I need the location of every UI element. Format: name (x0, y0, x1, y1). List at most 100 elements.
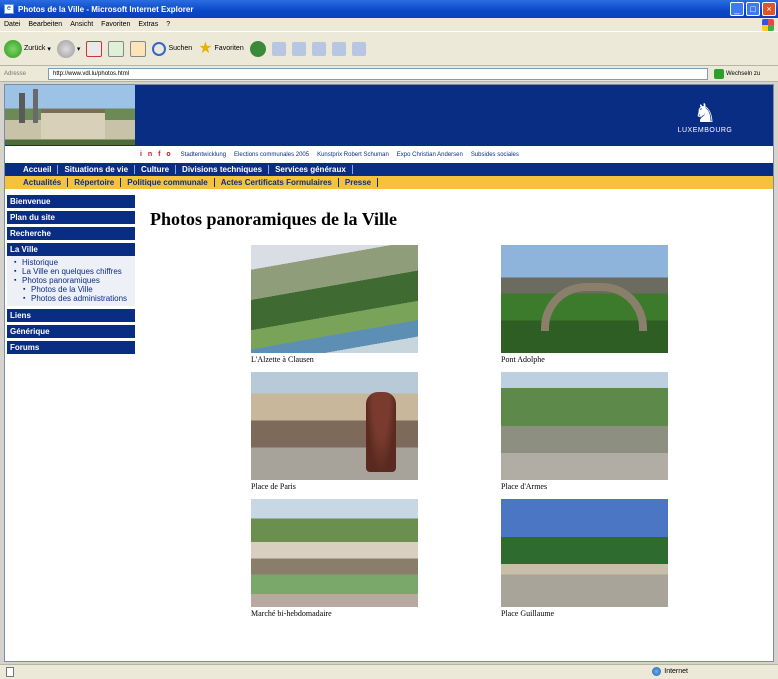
search-icon (152, 41, 167, 56)
quicklink[interactable]: Expo Christian Andersen (397, 152, 463, 158)
nav-actualites[interactable]: Actualités (17, 178, 69, 187)
back-arrow-icon (4, 39, 22, 58)
photo-card[interactable]: Marché bi-hebdomadaire (251, 499, 418, 618)
nav-divisions-techniques[interactable]: Divisions techniques (176, 165, 270, 174)
window-title: Photos de la Ville - Microsoft Internet … (18, 4, 194, 14)
quicklink[interactable]: Kunstprix Robert Schuman (317, 152, 389, 158)
menu-help[interactable]: ? (166, 21, 170, 28)
nav-services-generaux[interactable]: Services généraux (269, 165, 353, 174)
lion-icon: ♞ (693, 98, 717, 128)
menu-bar: Datei Bearbeiten Ansicht Favoriten Extra… (0, 18, 778, 32)
banner-building (41, 109, 105, 139)
photo-caption: Place de Paris (251, 482, 296, 491)
home-icon[interactable] (130, 40, 147, 57)
window-controls: _ □ × (730, 2, 776, 16)
site-banner: ♞ LUXEMBOURG i n f o Stadtentwicklung El… (5, 85, 773, 163)
ie-icon: e (4, 4, 14, 14)
quicklink[interactable]: Subsides sociales (471, 152, 519, 158)
ville-de-luxembourg-logo[interactable]: ♞ LUXEMBOURG (665, 99, 745, 145)
address-bar: Adresse http://www.vdl.lu/photos.html We… (0, 66, 778, 82)
photo-caption: Pont Adolphe (501, 355, 545, 364)
chevron-down-icon: ▾ (76, 45, 81, 53)
nav-actes-certificats[interactable]: Actes Certificats Formulaires (215, 178, 339, 187)
photo-place-darmes[interactable] (501, 372, 668, 480)
favorites-label: Favoriten (214, 45, 244, 52)
status-bar: Internet (0, 664, 778, 679)
sidebar-subitem-photos-admin[interactable]: Photos des administrations (13, 294, 135, 303)
photo-card[interactable]: L'Alzette à Clausen (251, 245, 418, 364)
maximize-button[interactable]: □ (746, 2, 760, 16)
banner-tower (19, 93, 25, 123)
sidebar-item-generique[interactable]: Générique (7, 325, 135, 338)
quicklink[interactable]: Elections communales 2005 (234, 152, 309, 158)
photo-card[interactable]: Place d'Armes (501, 372, 668, 491)
mail-icon[interactable] (271, 41, 286, 56)
sidebar-item-plan-du-site[interactable]: Plan du site (7, 211, 135, 224)
sidebar-subitem-photos-ville[interactable]: Photos de la Ville (13, 285, 135, 294)
url-input[interactable]: http://www.vdl.lu/photos.html (48, 67, 708, 80)
menu-ansicht[interactable]: Ansicht (70, 21, 93, 28)
address-label: Adresse (4, 70, 27, 77)
windows-logo-icon (762, 19, 774, 31)
print-icon[interactable] (291, 41, 306, 56)
back-label: Zurück (24, 45, 46, 52)
close-button[interactable]: × (762, 2, 776, 16)
quicklink[interactable]: Stadtentwicklung (181, 152, 226, 158)
history-icon[interactable] (249, 40, 266, 57)
photo-alzette-clausen[interactable] (251, 245, 418, 353)
nav-presse[interactable]: Presse (339, 178, 379, 187)
nav-politique-communale[interactable]: Politique communale (121, 178, 215, 187)
sidebar-subitem-chiffres[interactable]: La Ville en quelques chiffres (13, 267, 135, 276)
nav-situations-de-vie[interactable]: Situations de vie (58, 165, 136, 174)
stop-icon[interactable] (86, 40, 103, 57)
nav-culture[interactable]: Culture (135, 165, 177, 174)
photo-caption: Marché bi-hebdomadaire (251, 609, 332, 618)
globe-icon (652, 667, 662, 676)
menu-favoriten[interactable]: Favoriten (101, 21, 130, 28)
logo-text: LUXEMBOURG (677, 127, 733, 134)
photo-place-guillaume[interactable] (501, 499, 668, 607)
security-zone: Internet (652, 667, 688, 676)
menu-bearbeiten[interactable]: Bearbeiten (28, 21, 62, 28)
favorites-button[interactable]: ★ Favoriten (198, 39, 244, 57)
sidebar-subitem-panoramiques[interactable]: Photos panoramiques (13, 276, 135, 285)
forward-button[interactable]: ▾ (56, 39, 81, 58)
sidebar-item-liens[interactable]: Liens (7, 309, 135, 322)
sidebar-item-la-ville[interactable]: La Ville (7, 243, 135, 256)
search-button[interactable]: Suchen (152, 41, 192, 56)
go-button[interactable]: Wechseln zu (714, 68, 761, 79)
nav-accueil[interactable]: Accueil (17, 165, 59, 174)
photo-card[interactable]: Place de Paris (251, 372, 418, 491)
star-icon: ★ (198, 39, 213, 57)
go-arrow-icon (714, 68, 724, 79)
photo-place-de-paris[interactable] (251, 372, 418, 480)
photo-caption: Place d'Armes (501, 482, 548, 491)
nav-repertoire[interactable]: Répertoire (68, 178, 122, 187)
messenger-icon[interactable] (351, 41, 366, 56)
photo-pont-adolphe[interactable] (501, 245, 668, 353)
photo-card[interactable]: Place Guillaume (501, 499, 668, 618)
sidebar-item-bienvenue[interactable]: Bienvenue (7, 195, 135, 208)
browser-toolbar: Zurück ▾ ▾ Suchen ★ Favoriten (0, 32, 778, 66)
chevron-down-icon: ▾ (47, 45, 51, 53)
photo-caption: Place Guillaume (501, 609, 555, 618)
zone-label: Internet (664, 668, 688, 675)
banner-tower (33, 89, 38, 123)
photo-marche[interactable] (251, 499, 418, 607)
forward-arrow-icon (56, 39, 75, 58)
go-label: Wechseln zu (726, 70, 761, 77)
photo-caption: L'Alzette à Clausen (251, 355, 314, 364)
menu-datei[interactable]: Datei (4, 21, 20, 28)
back-button[interactable]: Zurück ▾ (4, 39, 51, 58)
sidebar-subitem-historique[interactable]: Historique (13, 258, 135, 267)
minimize-button[interactable]: _ (730, 2, 744, 16)
folder-icon[interactable] (331, 41, 346, 56)
edit-icon[interactable] (311, 41, 326, 56)
photo-card[interactable]: Pont Adolphe (501, 245, 668, 364)
sidebar-item-forums[interactable]: Forums (7, 341, 135, 354)
refresh-icon[interactable] (108, 40, 125, 57)
page-icon (6, 667, 14, 677)
page-viewport: ♞ LUXEMBOURG i n f o Stadtentwicklung El… (4, 84, 774, 662)
menu-extras[interactable]: Extras (138, 21, 158, 28)
sidebar-item-recherche[interactable]: Recherche (7, 227, 135, 240)
